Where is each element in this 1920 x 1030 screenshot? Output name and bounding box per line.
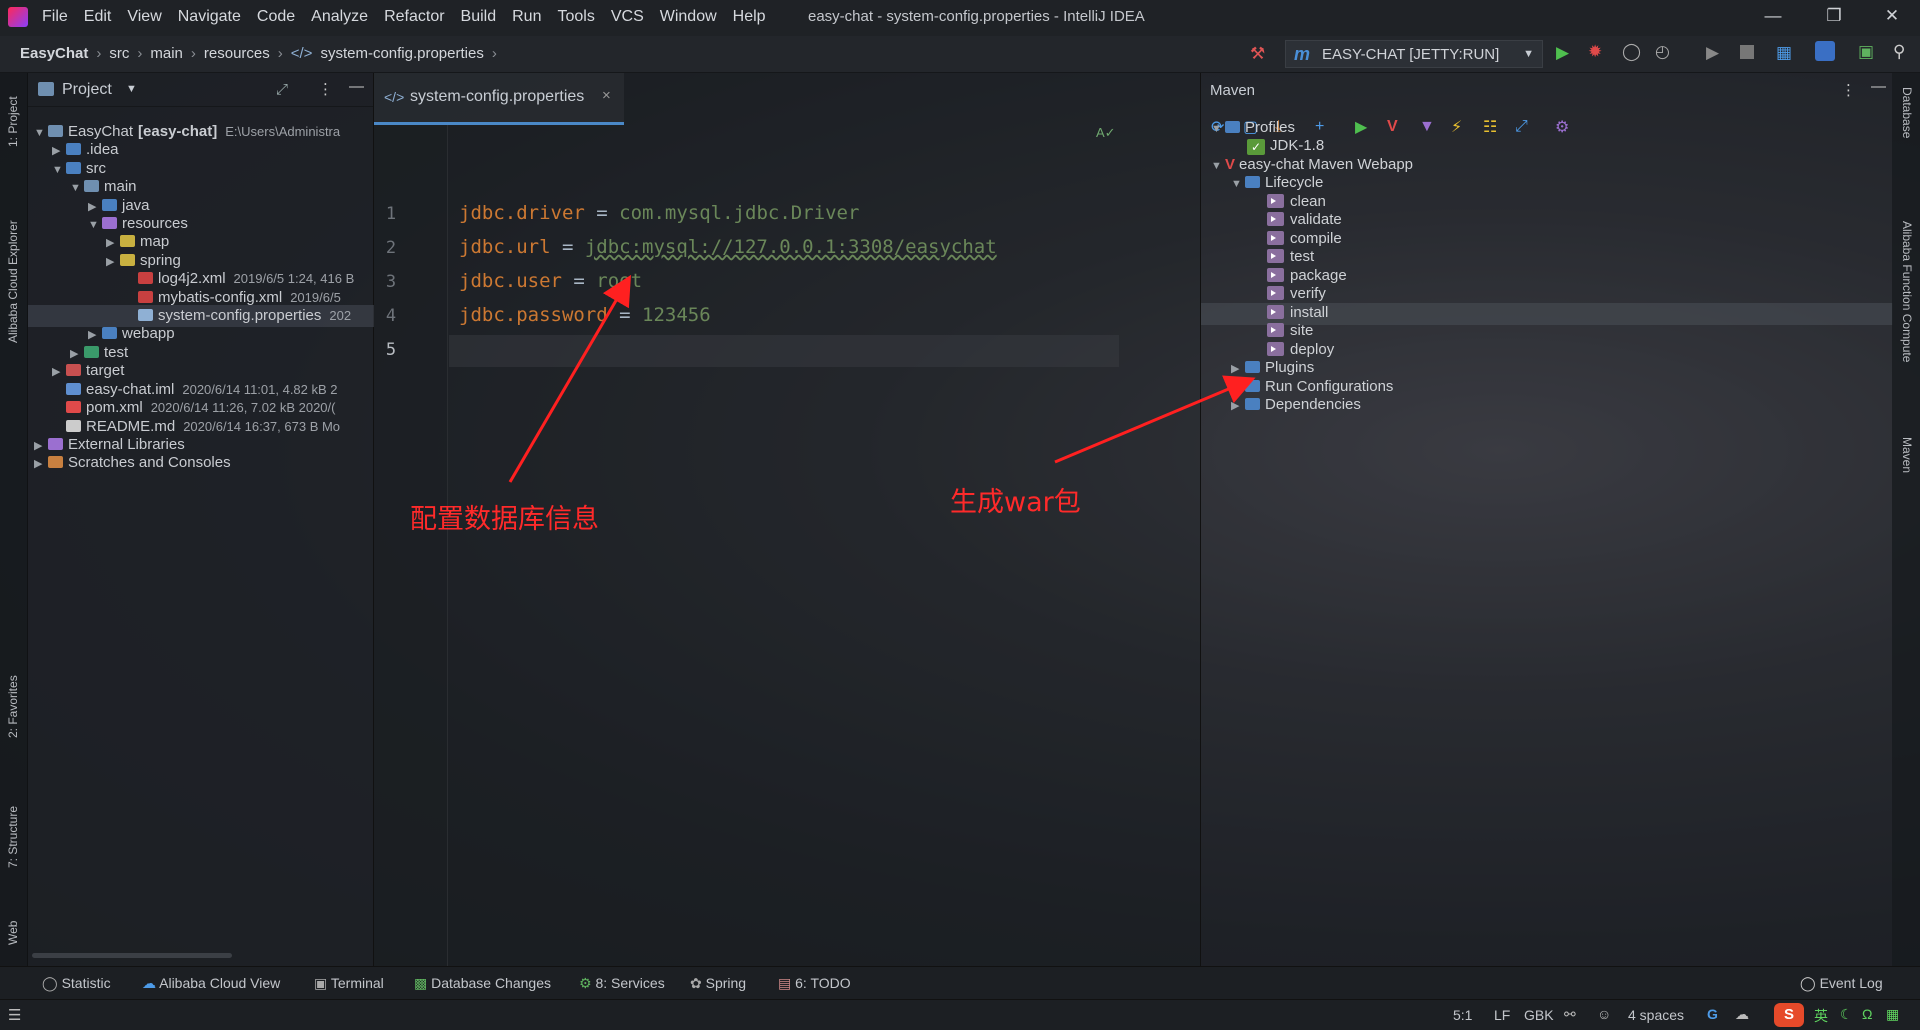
sogou-ime-icon[interactable]: S bbox=[1774, 1003, 1804, 1027]
indent-setting[interactable]: 4 spaces bbox=[1628, 1007, 1684, 1023]
ime-omega-icon[interactable]: Ω bbox=[1862, 1006, 1872, 1022]
tool-label: Alibaba Cloud View bbox=[159, 975, 281, 991]
annotation-arrow-right bbox=[1054, 375, 1256, 464]
inspector-icon[interactable]: ☺ bbox=[1597, 1006, 1611, 1022]
tool-label: Spring bbox=[705, 975, 747, 991]
tool-todo[interactable]: ▤ 6: TODO bbox=[778, 975, 851, 992]
tool-spring[interactable]: ✿ Spring bbox=[690, 975, 746, 992]
tool-alibaba-cloud-view[interactable]: ☁ Alibaba Cloud View bbox=[142, 975, 280, 992]
annotation-label-db-config: 配置数据库信息 bbox=[410, 504, 599, 535]
ime-moon-icon[interactable]: ☾ bbox=[1840, 1006, 1853, 1023]
status-bar: ☰ 5:1 LF GBK ⚯ ☺ 4 spaces G ☁ S 英 ☾ Ω ▦ bbox=[0, 999, 1920, 1030]
cloud-icon: ☁ bbox=[142, 975, 160, 991]
spring-leaf-icon: ✿ bbox=[690, 975, 706, 991]
annotation-label-war: 生成war包 bbox=[950, 487, 1081, 518]
bottom-tool-bar: ◯ Statistic ☁ Alibaba Cloud View ▣ Termi… bbox=[0, 966, 1920, 999]
tool-database-changes[interactable]: ▩ Database Changes bbox=[414, 975, 551, 992]
database-icon: ▩ bbox=[414, 975, 432, 991]
tool-label: 6: TODO bbox=[795, 975, 851, 991]
ime-tools-icon[interactable]: ▦ bbox=[1886, 1006, 1899, 1023]
google-icon[interactable]: G bbox=[1707, 1006, 1718, 1022]
cloud-icon[interactable]: ☁ bbox=[1735, 1006, 1749, 1023]
file-encoding[interactable]: GBK bbox=[1524, 1007, 1554, 1023]
statistic-icon: ◯ bbox=[42, 975, 62, 991]
tool-label: Terminal bbox=[330, 975, 384, 991]
tool-label: Statistic bbox=[61, 975, 111, 991]
tool-statistic[interactable]: ◯ Statistic bbox=[42, 975, 111, 992]
ime-mode[interactable]: 英 bbox=[1814, 1006, 1828, 1026]
tool-terminal[interactable]: ▣ Terminal bbox=[314, 975, 384, 992]
todo-icon: ▤ bbox=[778, 975, 796, 991]
lock-icon[interactable]: ⚯ bbox=[1564, 1006, 1576, 1023]
caret-position[interactable]: 5:1 bbox=[1453, 1007, 1472, 1023]
tool-event-log[interactable]: ◯ Event Log bbox=[1800, 975, 1883, 992]
layers-icon[interactable]: ☰ bbox=[8, 1006, 21, 1024]
tool-label: Database Changes bbox=[431, 975, 551, 991]
tool-services[interactable]: ⚙ 8: Services bbox=[579, 975, 665, 992]
line-separator[interactable]: LF bbox=[1494, 1007, 1510, 1023]
services-icon: ⚙ bbox=[579, 975, 596, 991]
tool-label: 8: Services bbox=[595, 975, 665, 991]
terminal-icon: ▣ bbox=[314, 975, 331, 991]
event-log-icon: ◯ bbox=[1800, 975, 1820, 991]
tool-label: Event Log bbox=[1819, 975, 1883, 991]
annotation-arrow-left bbox=[508, 274, 632, 483]
